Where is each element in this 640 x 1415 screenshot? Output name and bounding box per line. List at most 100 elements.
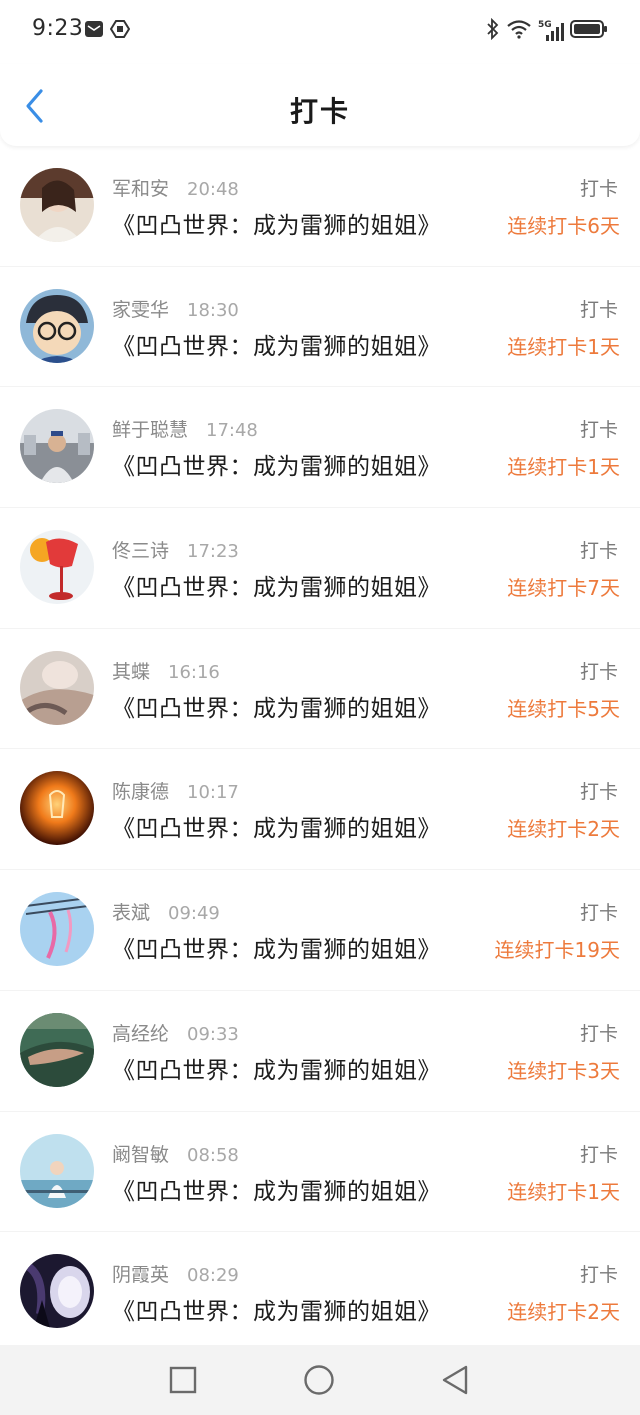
header: 打卡 — [0, 64, 640, 146]
wifi-icon — [506, 19, 532, 43]
checkin-time: 10:17 — [187, 782, 239, 804]
avatar[interactable] — [20, 650, 94, 725]
checkin-label: 打卡 — [579, 540, 618, 563]
list-item[interactable]: 陈康德 10:17 《凹凸世界：成为雷狮的姐姐》 打卡 连续打卡2天 — [0, 749, 640, 871]
username: 军和安 20:48 — [112, 174, 239, 201]
list-item[interactable]: 表斌 09:49 《凹凸世界：成为雷狮的姐姐》 打卡 连续打卡19天 — [0, 870, 640, 991]
checkin-label: 打卡 — [579, 660, 618, 683]
back-nav-button[interactable] — [438, 1363, 472, 1397]
checkin-label: 打卡 — [579, 1264, 618, 1287]
checkin-label: 打卡 — [579, 419, 618, 442]
square-icon — [169, 1366, 197, 1394]
triangle-back-icon — [442, 1365, 468, 1395]
checkin-time: 08:29 — [187, 1265, 239, 1287]
book-title: 《凹凸世界：成为雷狮的姐姐》 — [112, 454, 441, 481]
book-title: 《凹凸世界：成为雷狮的姐姐》 — [112, 1299, 441, 1326]
avatar[interactable] — [20, 892, 94, 967]
user-name: 阴霞英 — [112, 1264, 170, 1287]
streak-count: 连续打卡5天 — [507, 696, 620, 721]
streak-count: 连续打卡7天 — [507, 576, 620, 601]
username: 阚智敏 08:58 — [112, 1140, 239, 1167]
cellular-signal-icon: 5G — [538, 20, 564, 42]
streak-count: 连续打卡2天 — [507, 817, 620, 842]
checkin-label: 打卡 — [579, 902, 618, 925]
checkin-time: 08:58 — [187, 1144, 239, 1166]
username: 表斌 09:49 — [112, 898, 220, 925]
book-title: 《凹凸世界：成为雷狮的姐姐》 — [112, 213, 441, 239]
user-name: 军和安 — [112, 178, 170, 200]
streak-count: 连续打卡6天 — [507, 214, 620, 238]
checkin-time: 17:23 — [187, 541, 239, 563]
book-title: 《凹凸世界：成为雷狮的姐姐》 — [112, 1057, 441, 1084]
app-notification-icon — [109, 19, 131, 43]
checkin-time: 18:30 — [187, 299, 239, 321]
avatar[interactable] — [20, 288, 94, 363]
streak-count: 连续打卡19天 — [494, 938, 620, 963]
book-title: 《凹凸世界：成为雷狮的姐姐》 — [112, 575, 441, 602]
checkin-time: 16:16 — [168, 661, 220, 683]
status-time: 9:23 — [32, 16, 84, 41]
status-bar: 9:23 5G — [0, 0, 640, 64]
username: 陈康德 10:17 — [112, 777, 239, 804]
checkin-list: 军和安 20:48 《凹凸世界：成为雷狮的姐姐》 打卡 连续打卡6天 家雯华 18:… — [0, 146, 640, 1353]
avatar[interactable] — [20, 409, 94, 484]
streak-count: 连续打卡1天 — [507, 455, 620, 480]
streak-count: 连续打卡1天 — [507, 1179, 620, 1204]
list-item[interactable]: 阴霞英 08:29 《凹凸世界：成为雷狮的姐姐》 打卡 连续打卡2天 — [0, 1232, 640, 1353]
list-item[interactable]: 军和安 20:48 《凹凸世界：成为雷狮的姐姐》 打卡 连续打卡6天 — [0, 146, 640, 267]
notification-icons — [84, 19, 131, 43]
checkin-time: 20:48 — [187, 179, 239, 200]
checkin-time: 17:48 — [206, 420, 258, 442]
avatar[interactable] — [20, 1133, 94, 1208]
avatar[interactable] — [20, 1254, 94, 1329]
user-name: 阚智敏 — [112, 1143, 170, 1166]
list-item[interactable]: 佟三诗 17:23 《凹凸世界：成为雷狮的姐姐》 打卡 连续打卡7天 — [0, 508, 640, 629]
circle-icon — [304, 1365, 334, 1395]
streak-count: 连续打卡3天 — [507, 1058, 620, 1083]
user-name: 其蝶 — [112, 660, 151, 683]
username: 家雯华 18:30 — [112, 295, 239, 322]
book-title: 《凹凸世界：成为雷狮的姐姐》 — [112, 695, 441, 722]
avatar[interactable] — [20, 168, 94, 242]
checkin-label: 打卡 — [579, 298, 618, 321]
checkin-time: 09:33 — [187, 1023, 239, 1045]
list-item[interactable]: 家雯华 18:30 《凹凸世界：成为雷狮的姐姐》 打卡 连续打卡1天 — [0, 267, 640, 388]
username: 其蝶 16:16 — [112, 657, 220, 684]
checkin-label: 打卡 — [579, 178, 618, 200]
user-name: 佟三诗 — [112, 540, 170, 563]
username: 佟三诗 17:23 — [112, 536, 239, 563]
streak-count: 连续打卡2天 — [507, 1300, 620, 1325]
bluetooth-icon — [486, 17, 500, 44]
username: 高经纶 09:33 — [112, 1019, 239, 1046]
avatar[interactable] — [20, 530, 94, 605]
book-title: 《凹凸世界：成为雷狮的姐姐》 — [112, 1178, 441, 1205]
username: 鲜于聪慧 17:48 — [112, 415, 258, 442]
user-name: 表斌 — [112, 902, 151, 925]
recent-apps-button[interactable] — [166, 1363, 200, 1397]
system-icons: 5G — [486, 17, 608, 44]
system-nav-bar — [0, 1345, 640, 1415]
list-item[interactable]: 高经纶 09:33 《凹凸世界：成为雷狮的姐姐》 打卡 连续打卡3天 — [0, 991, 640, 1112]
message-icon — [84, 19, 104, 43]
avatar[interactable] — [20, 1012, 94, 1087]
book-title: 《凹凸世界：成为雷狮的姐姐》 — [112, 937, 441, 964]
checkin-label: 打卡 — [579, 1022, 618, 1045]
checkin-label: 打卡 — [579, 781, 618, 804]
user-name: 陈康德 — [112, 781, 170, 804]
checkin-label: 打卡 — [579, 1143, 618, 1166]
user-name: 鲜于聪慧 — [112, 419, 189, 442]
battery-icon — [570, 18, 608, 44]
book-title: 《凹凸世界：成为雷狮的姐姐》 — [112, 333, 441, 360]
user-name: 家雯华 — [112, 298, 170, 321]
avatar[interactable] — [20, 771, 94, 846]
list-item[interactable]: 其蝶 16:16 《凹凸世界：成为雷狮的姐姐》 打卡 连续打卡5天 — [0, 629, 640, 750]
home-button[interactable] — [302, 1363, 336, 1397]
list-item[interactable]: 阚智敏 08:58 《凹凸世界：成为雷狮的姐姐》 打卡 连续打卡1天 — [0, 1112, 640, 1233]
user-name: 高经纶 — [112, 1022, 170, 1045]
page-title: 打卡 — [289, 95, 350, 128]
streak-count: 连续打卡1天 — [507, 334, 620, 359]
username: 阴霞英 08:29 — [112, 1260, 239, 1287]
book-title: 《凹凸世界：成为雷狮的姐姐》 — [112, 816, 441, 843]
list-item[interactable]: 鲜于聪慧 17:48 《凹凸世界：成为雷狮的姐姐》 打卡 连续打卡1天 — [0, 387, 640, 509]
checkin-time: 09:49 — [168, 903, 220, 925]
